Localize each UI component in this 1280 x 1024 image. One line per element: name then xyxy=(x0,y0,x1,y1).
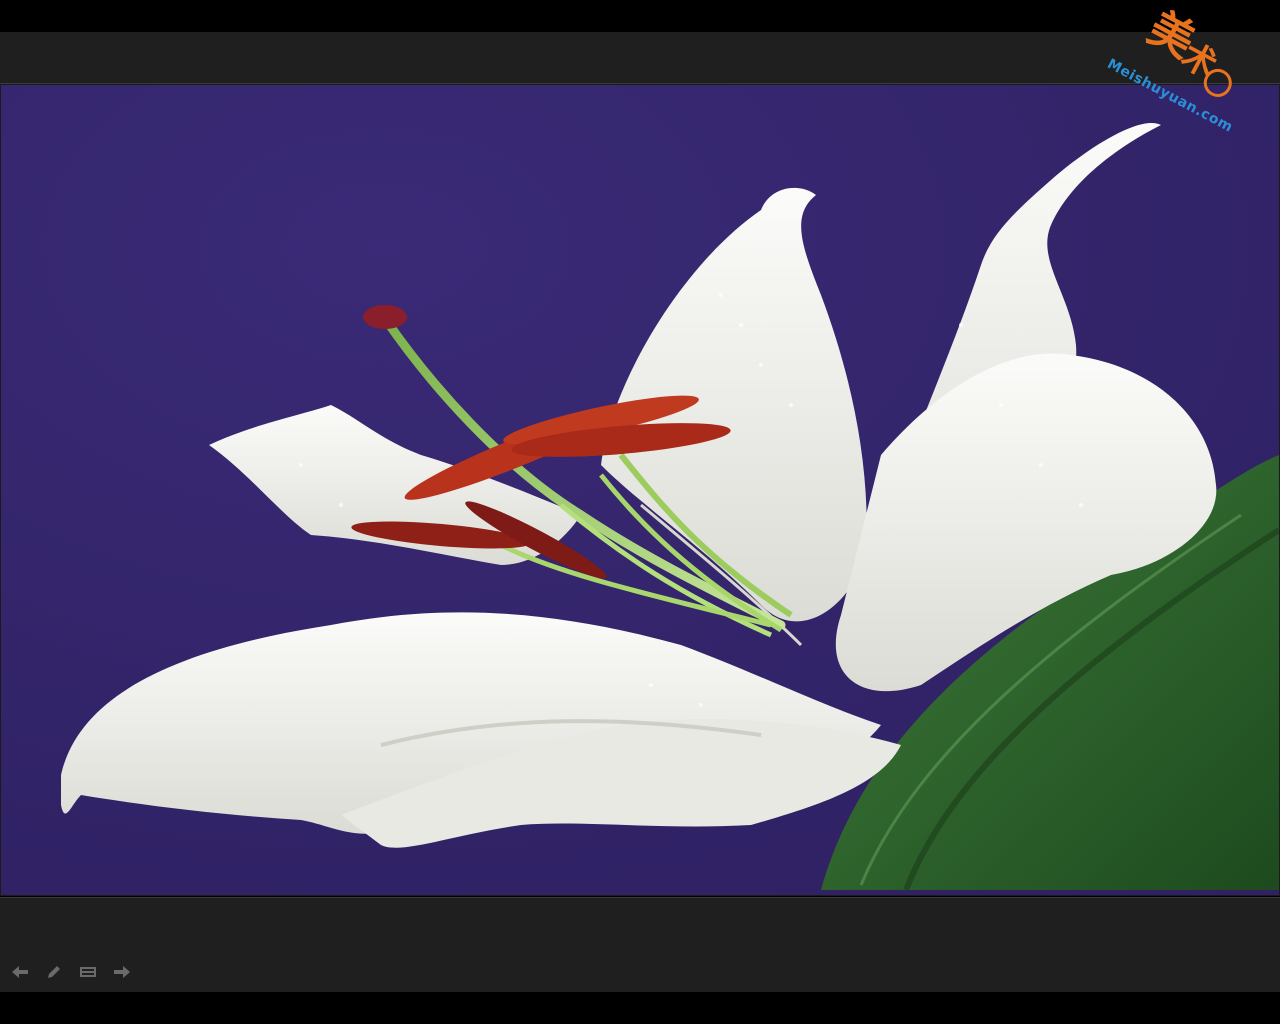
slideshow-button[interactable] xyxy=(76,961,100,983)
photo-frame xyxy=(0,84,1280,896)
pencil-icon xyxy=(48,966,60,978)
stigma xyxy=(363,305,407,329)
watermark: 美 术 Meishuyuan.com xyxy=(1104,2,1262,138)
arrow-left-icon xyxy=(12,966,28,978)
bottom-letterbox xyxy=(0,992,1280,1024)
lily-photo xyxy=(1,85,1279,895)
bottom-bar xyxy=(0,897,1280,993)
viewer-toolbar xyxy=(8,960,134,984)
top-letterbox xyxy=(0,0,1280,32)
top-bar xyxy=(0,32,1280,84)
next-button[interactable] xyxy=(110,961,134,983)
edit-button[interactable] xyxy=(42,961,66,983)
filmstrip-icon xyxy=(80,967,96,977)
previous-button[interactable] xyxy=(8,961,32,983)
arrow-right-icon xyxy=(114,966,130,978)
